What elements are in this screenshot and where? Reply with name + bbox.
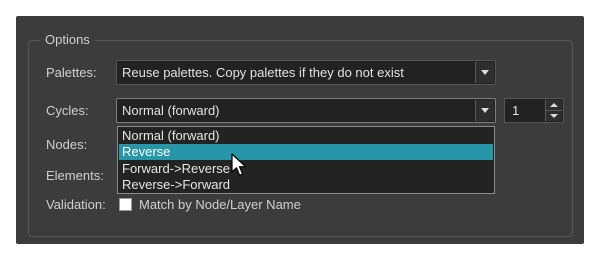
cycles-value: Normal (forward)	[122, 103, 220, 118]
elements-label: Elements:	[46, 168, 104, 183]
nodes-label: Nodes:	[46, 137, 88, 152]
palettes-dropdown[interactable]: Reuse palettes. Copy palettes if they do…	[116, 60, 496, 85]
increment-button[interactable]	[546, 100, 562, 111]
dropdown-option-reverse-forward[interactable]: Reverse->Forward	[119, 177, 493, 193]
match-by-name-label[interactable]: Match by Node/Layer Name	[139, 197, 301, 213]
cycles-dropdown[interactable]: Normal (forward)	[116, 98, 496, 123]
cycles-dropdown-list: Normal (forward) Reverse Forward->Revers…	[117, 126, 495, 194]
cycles-dropdown-button[interactable]	[475, 100, 494, 121]
cycles-count-stepper[interactable]: 1	[504, 98, 564, 123]
chevron-up-icon	[550, 103, 558, 107]
decrement-button[interactable]	[546, 111, 562, 121]
dropdown-option-forward-reverse[interactable]: Forward->Reverse	[119, 161, 493, 177]
palettes-label: Palettes:	[46, 65, 97, 80]
stepper-arrows	[545, 100, 562, 121]
match-by-name-checkbox[interactable]	[119, 198, 132, 211]
chevron-down-icon	[550, 114, 558, 118]
cycles-count-value: 1	[512, 103, 520, 118]
mouse-cursor-icon	[231, 153, 247, 176]
validation-label: Validation:	[46, 197, 106, 212]
group-title: Options	[40, 32, 95, 48]
chevron-down-icon	[481, 108, 489, 113]
cycles-label: Cycles:	[46, 103, 89, 118]
dropdown-option-normal-forward[interactable]: Normal (forward)	[119, 128, 493, 144]
palettes-value: Reuse palettes. Copy palettes if they do…	[122, 65, 404, 80]
dropdown-option-reverse[interactable]: Reverse	[119, 144, 493, 160]
chevron-down-icon	[481, 70, 489, 75]
palettes-dropdown-button[interactable]	[475, 62, 494, 83]
